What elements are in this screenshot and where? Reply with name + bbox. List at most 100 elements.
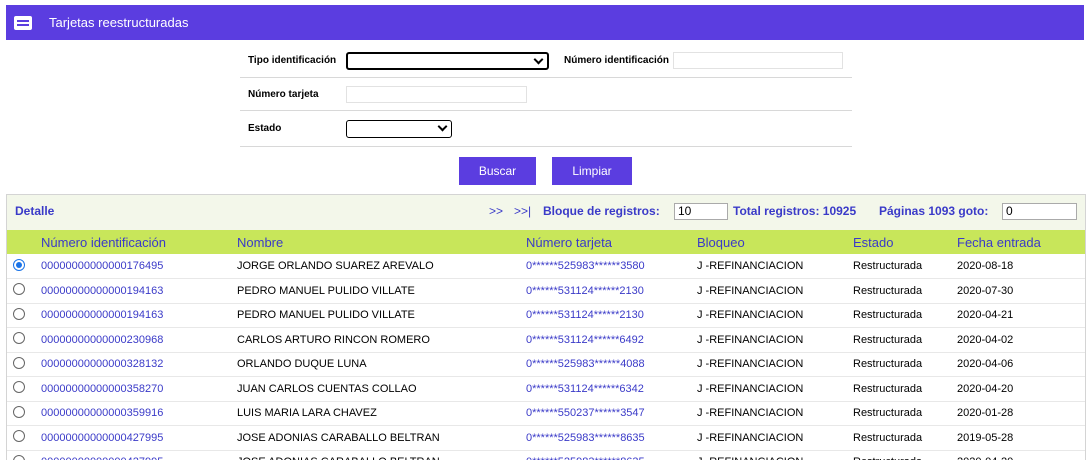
cell-numero-identificacion[interactable]: 00000000000000176495 [36, 254, 232, 279]
col-fecha-entrada[interactable]: Fecha entrada [952, 230, 1085, 254]
chevron-down-icon [437, 121, 448, 131]
limpiar-button[interactable]: Limpiar [552, 157, 632, 185]
results-table: Número identificación Nombre Número tarj… [7, 230, 1085, 460]
cell-numero-identificacion[interactable]: 00000000000000427995 [36, 450, 232, 460]
col-nombre[interactable]: Nombre [232, 230, 521, 254]
cell-numero-tarjeta[interactable]: 0******525983******3580 [521, 254, 692, 279]
cell-nombre: LUIS MARIA LARA CHAVEZ [232, 401, 521, 426]
bloque-registros-label: Bloque de registros: [543, 204, 660, 218]
form-row-tipo: Tipo identificación Número identificació… [240, 44, 852, 78]
cell-numero-tarjeta[interactable]: 0******531124******2130 [521, 303, 692, 328]
cell-numero-tarjeta[interactable]: 0******525983******8635 [521, 425, 692, 451]
tipo-identificacion-label: Tipo identificación [248, 55, 337, 66]
estado-label: Estado [248, 123, 282, 134]
table-row[interactable]: 00000000000000328132 ORLANDO DUQUE LUNA 0*… [7, 352, 1085, 377]
cell-estado: Restructurada [848, 450, 952, 460]
row-select-radio[interactable] [13, 430, 25, 443]
cell-nombre: JUAN CARLOS CUENTAS COLLAO [232, 376, 521, 402]
results-panel: Detalle >> >>| Bloque de registros: 10 T… [6, 194, 1086, 460]
estado-select[interactable] [346, 119, 452, 138]
table-header-row: Número identificación Nombre Número tarj… [7, 230, 1085, 254]
cell-fecha-entrada: 2020-08-18 [952, 254, 1085, 279]
col-estado[interactable]: Estado [848, 230, 952, 254]
cell-numero-identificacion[interactable]: 00000000000000194163 [36, 303, 232, 328]
cell-numero-tarjeta[interactable]: 0******525983******4088 [521, 352, 692, 377]
col-numero-tarjeta[interactable]: Número tarjeta [521, 230, 692, 254]
pager-bar: Detalle >> >>| Bloque de registros: 10 T… [7, 195, 1085, 230]
row-select-radio[interactable] [13, 405, 25, 418]
cell-bloqueo: J -REFINANCIACION [692, 303, 848, 328]
cell-nombre: JORGE ORLANDO SUAREZ AREVALO [232, 254, 521, 279]
table-row[interactable]: 00000000000000427995JOSE ADONIAS CARABAL… [7, 425, 1085, 451]
cell-bloqueo: J -REFINANCIACION [692, 376, 848, 402]
cell-bloqueo: J -REFINANCIACION [692, 352, 848, 377]
row-select-radio[interactable] [13, 381, 25, 394]
cell-nombre: PEDRO MANUEL PULIDO VILLATE [232, 278, 521, 304]
cell-numero-identificacion[interactable]: 00000000000000328132 [36, 352, 232, 377]
next-page-link[interactable]: >> [489, 204, 503, 218]
page-title: Tarjetas reestructuradas [49, 15, 189, 30]
table-row[interactable]: 00000000000000358270 JUAN CARLOS CUENTAS … [7, 376, 1085, 402]
cell-numero-identificacion[interactable]: 00000000000000358270 [36, 376, 232, 402]
cell-nombre: JOSE ADONIAS CARABALLO BELTRAN [232, 450, 521, 460]
buscar-button[interactable]: Buscar [459, 157, 536, 185]
row-select-radio[interactable] [13, 332, 25, 345]
cell-fecha-entrada: 2020-04-20 [952, 376, 1085, 402]
total-registros-label: Total registros: 10925 [733, 204, 857, 218]
cell-bloqueo: J -REFINANCIACION [692, 401, 848, 426]
cell-estado: Restructurada [848, 401, 952, 426]
cell-numero-tarjeta[interactable]: 0******550237******3547 [521, 401, 692, 426]
cell-bloqueo: J -REFINANCIACION [692, 327, 848, 353]
cell-numero-identificacion[interactable]: 00000000000000230968 [36, 327, 232, 353]
paginas-goto-label: Páginas 1093 goto: [879, 204, 989, 218]
cell-nombre: CARLOS ARTURO RINCON ROMERO [232, 327, 521, 353]
last-page-link[interactable]: >>| [514, 204, 531, 218]
search-form: Tipo identificación Número identificació… [240, 44, 852, 147]
cell-numero-identificacion[interactable]: 00000000000000427995 [36, 425, 232, 451]
table-row[interactable]: 00000000000000230968 CARLOS ARTURO RINCON… [7, 327, 1085, 353]
numero-tarjeta-input[interactable] [346, 85, 527, 103]
cell-numero-tarjeta[interactable]: 0******531124******6342 [521, 376, 692, 402]
cell-fecha-entrada: 2020-04-06 [952, 352, 1085, 377]
cell-fecha-entrada: 2020-04-02 [952, 327, 1085, 353]
cell-bloqueo: J -REFINANCIACION [692, 450, 848, 460]
row-select-radio[interactable] [13, 454, 25, 460]
table-row[interactable]: 00000000000000176495 JORGE ORLANDO SUAREZ… [7, 254, 1085, 279]
row-select-radio[interactable] [13, 356, 25, 369]
cell-estado: Restructurada [848, 327, 952, 353]
cell-bloqueo: J -REFINANCIACION [692, 254, 848, 279]
cell-estado: Restructurada [848, 352, 952, 377]
cell-bloqueo: J -REFINANCIACION [692, 425, 848, 451]
table-row[interactable]: 00000000000000194163 PEDRO MANUEL PULIDO … [7, 278, 1085, 304]
tipo-identificacion-select[interactable] [346, 51, 549, 70]
cell-estado: Restructurada [848, 376, 952, 402]
cell-fecha-entrada: 2020-04-21 [952, 303, 1085, 328]
cell-nombre: ORLANDO DUQUE LUNA [232, 352, 521, 377]
cell-estado: Restructurada [848, 254, 952, 279]
table-row[interactable]: 00000000000000427995JOSE ADONIAS CARABAL… [7, 450, 1085, 460]
detalle-link[interactable]: Detalle [15, 204, 54, 218]
cell-numero-identificacion[interactable]: 00000000000000194163 [36, 278, 232, 304]
form-row-tarjeta: Número tarjeta [240, 78, 852, 111]
list-icon [14, 15, 32, 30]
cell-numero-tarjeta[interactable]: 0******525983******8635 [521, 450, 692, 460]
bloque-registros-input[interactable]: 10 [674, 203, 728, 220]
col-bloqueo[interactable]: Bloqueo [692, 230, 848, 254]
numero-identificacion-input[interactable] [673, 52, 843, 69]
cell-fecha-entrada: 2020-01-28 [952, 401, 1085, 426]
row-select-radio[interactable] [13, 307, 25, 320]
row-select-radio[interactable] [13, 283, 25, 296]
table-row[interactable]: 00000000000000194163 PEDRO MANUEL PULIDO … [7, 303, 1085, 328]
col-numero-identificacion[interactable]: Número identificación [36, 230, 232, 254]
cell-estado: Restructurada [848, 303, 952, 328]
table-row[interactable]: 00000000000000359916 LUIS MARIA LARA CHAV… [7, 401, 1085, 426]
goto-page-input[interactable]: 0 [1002, 203, 1077, 220]
cell-nombre: PEDRO MANUEL PULIDO VILLATE [232, 303, 521, 328]
row-select-radio[interactable] [13, 258, 25, 271]
numero-tarjeta-label: Número tarjeta [248, 88, 319, 100]
chevron-down-icon [533, 54, 544, 64]
cell-numero-tarjeta[interactable]: 0******531124******6492 [521, 327, 692, 353]
cell-numero-identificacion[interactable]: 00000000000000359916 [36, 401, 232, 426]
cell-estado: Restructurada [848, 425, 952, 451]
cell-numero-tarjeta[interactable]: 0******531124******2130 [521, 278, 692, 304]
